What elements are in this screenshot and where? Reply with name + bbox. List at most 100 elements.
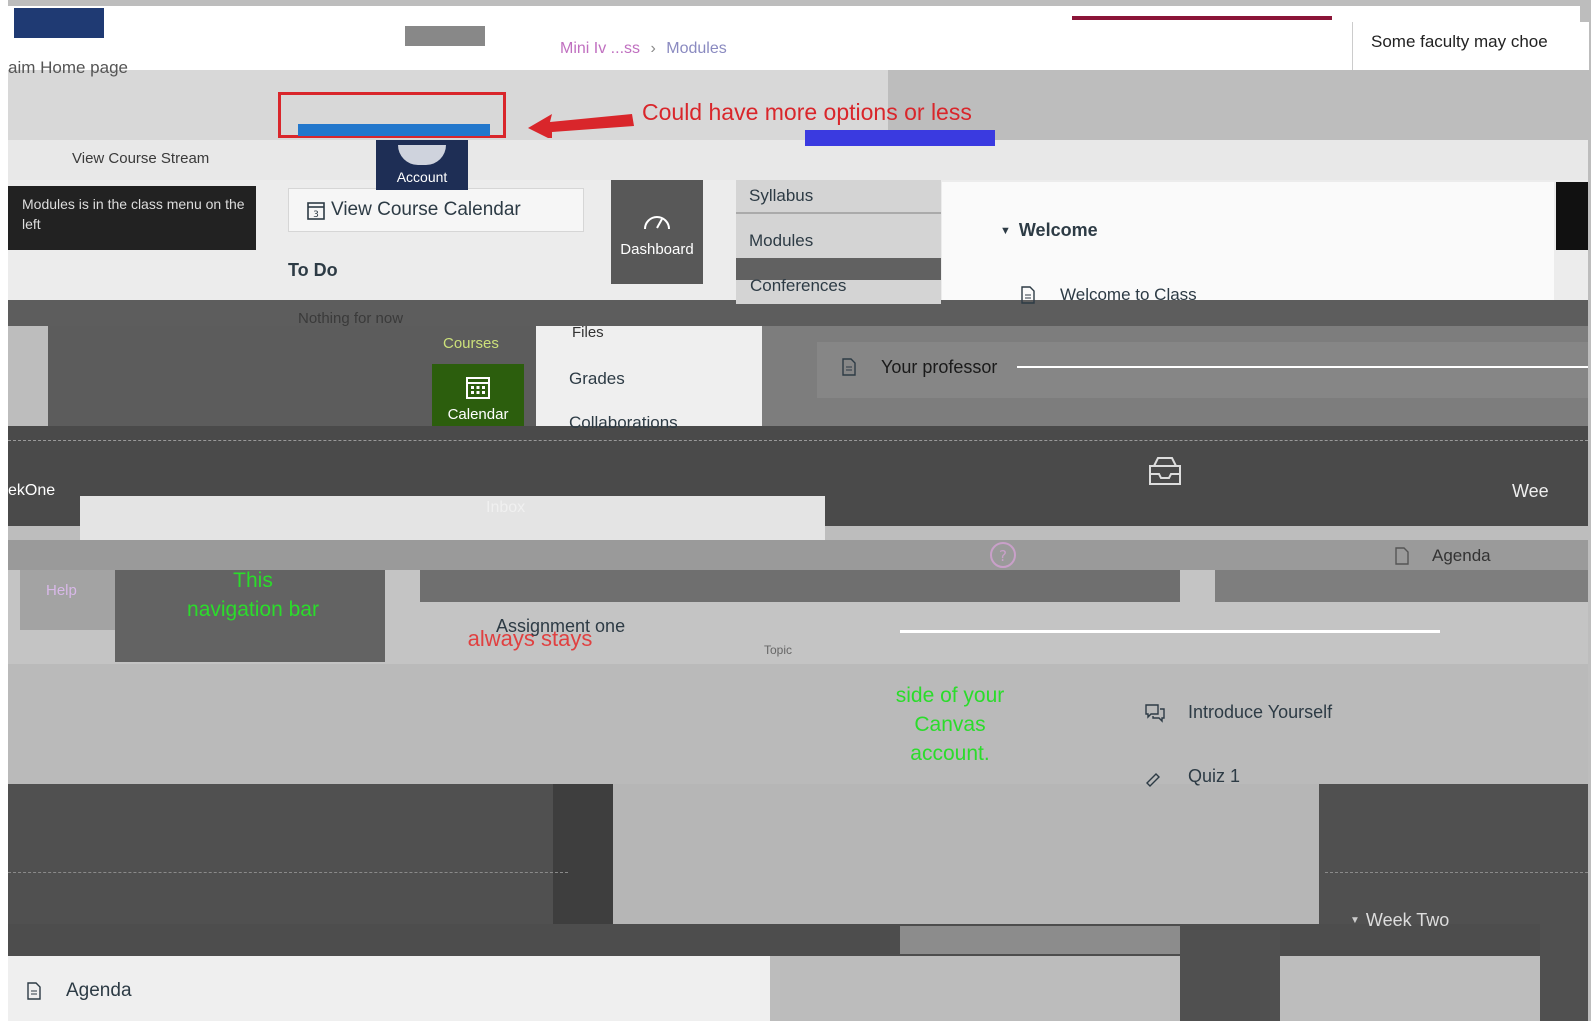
- module-item-assignment[interactable]: Agenda: [1394, 546, 1491, 566]
- dashed-separator: [1325, 872, 1588, 873]
- help-box: [20, 570, 115, 630]
- dark-strip-right: [1215, 570, 1588, 602]
- view-stream-label: View Course Stream: [72, 150, 210, 167]
- module-item-label: Your professor: [881, 357, 998, 377]
- lower-light-band: [8, 664, 1588, 784]
- breadcrumb-course[interactable]: Mini Iv ...ss: [560, 40, 640, 57]
- bottom-gray-chip: [900, 926, 1180, 954]
- header-graphic: [405, 26, 485, 46]
- callout-top-text: Some faculty may choe: [1371, 32, 1548, 51]
- caret-down-icon: ▼: [1000, 224, 1011, 237]
- header-blue-button: [298, 124, 490, 136]
- row-underline: [1017, 366, 1588, 368]
- header-blue-strip: [805, 130, 995, 146]
- todo-heading: To Do: [288, 260, 338, 280]
- top-header-strip: [0, 6, 1580, 70]
- annotation-more-options: Could have more options or less: [642, 99, 972, 125]
- module-item-welcome-to-class[interactable]: Welcome to Class: [1020, 285, 1197, 305]
- callout-accent-bar: [1072, 16, 1332, 20]
- view-course-calendar-button[interactable]: 3 View Course Calendar: [288, 188, 584, 232]
- module-item-row-your-professor[interactable]: Your professor: [817, 342, 1588, 398]
- left-border: [0, 0, 8, 1021]
- svg-text:3: 3: [313, 210, 319, 220]
- course-menu-divider: [736, 212, 941, 214]
- global-nav-inbox-label[interactable]: Inbox: [486, 499, 525, 517]
- module-week-one-header[interactable]: Wee: [1512, 481, 1549, 502]
- module-item-label: Welcome to Class: [1060, 285, 1197, 304]
- page-icon: [1021, 286, 1035, 304]
- global-nav-help-label[interactable]: Help: [46, 582, 77, 599]
- bottom-right-dark: [1540, 924, 1588, 1021]
- annotation-nav-bar-line1: This: [233, 569, 273, 592]
- module-welcome-title: Welcome: [1018, 220, 1098, 240]
- light-strip-mid: [80, 496, 825, 542]
- annotation-nav-bar-line2: navigation bar: [187, 598, 319, 621]
- inbox-icon: [1148, 456, 1182, 486]
- module-item-quiz1[interactable]: Quiz 1: [1144, 766, 1240, 787]
- view-course-stream-button[interactable]: View Course Stream: [20, 146, 350, 174]
- header-fragment-text: aim Home page: [8, 58, 129, 77]
- module-item-assignment-one[interactable]: Assignment one: [496, 616, 625, 637]
- module-item-agenda[interactable]: Agenda: [26, 980, 132, 1002]
- page-icon: [842, 358, 856, 376]
- global-nav-dashboard-label: Dashboard: [620, 240, 694, 258]
- bottom-light-mid: [770, 956, 1180, 1021]
- help-icon: ?: [988, 540, 1018, 570]
- dashed-separator: [8, 872, 568, 873]
- avatar: [398, 145, 446, 165]
- annotation-nav-bar-line5: Canvas: [914, 713, 986, 736]
- global-nav-account[interactable]: Account: [376, 140, 468, 190]
- module-item-topic: Topic: [764, 643, 793, 657]
- calendar-icon: 3: [307, 202, 325, 220]
- module-week-two-header[interactable]: ▼ Week Two: [1350, 910, 1449, 931]
- institution-logo: [14, 8, 104, 38]
- bottom-dark-block: [1180, 930, 1280, 1021]
- left-note-box: Modules is in the class menu on the left: [8, 186, 256, 250]
- dashboard-icon: [644, 215, 670, 229]
- discussion-icon: [1145, 703, 1165, 723]
- dashed-separator: [8, 440, 1588, 441]
- todo-empty-text: Nothing for now: [298, 310, 404, 327]
- calendar-icon: [466, 377, 490, 399]
- lower-dark-left: [8, 784, 553, 924]
- chevron-right-icon: ›: [650, 40, 656, 57]
- callout-box-top: Some faculty may choe: [1352, 22, 1589, 70]
- view-calendar-label: View Course Calendar: [331, 199, 521, 220]
- left-note-text: Modules is in the class menu on the left: [22, 196, 245, 232]
- course-menu-modules[interactable]: Modules: [749, 231, 813, 251]
- row-underline: [900, 630, 1440, 633]
- modules-panel: [942, 182, 1554, 300]
- svg-text:?: ?: [999, 547, 1007, 565]
- module-welcome-header[interactable]: ▼ Welcome: [1000, 220, 1098, 241]
- module-week-two-title: Week Two: [1365, 910, 1450, 930]
- course-menu-collaborations[interactable]: Collaborations: [569, 413, 678, 433]
- dark-strip-mid: [420, 570, 1180, 602]
- global-nav-calendar[interactable]: Calendar: [432, 364, 524, 426]
- module-item-label: Introduce Yourself: [1188, 702, 1333, 722]
- course-menu-files[interactable]: Files: [572, 324, 604, 341]
- global-nav-account-label: Account: [396, 169, 448, 185]
- page-icon: [27, 982, 41, 1000]
- caret-down-icon: ▼: [1350, 915, 1360, 926]
- module-item-label: Agenda: [66, 980, 132, 1001]
- course-menu-syllabus[interactable]: Syllabus: [749, 186, 813, 206]
- lower-dark-col: [553, 784, 613, 924]
- course-menu-conferences[interactable]: Conferences: [750, 276, 846, 296]
- quiz-icon: [1146, 772, 1160, 787]
- sidebar-week-one: ekOne: [8, 482, 56, 499]
- modules-edge-dark: [1556, 182, 1588, 250]
- global-nav-calendar-label: Calendar: [447, 406, 509, 423]
- annotation-nav-bar-line6: account.: [910, 742, 990, 765]
- page-icon: [1395, 547, 1409, 565]
- global-nav-courses-label[interactable]: Courses: [443, 335, 499, 352]
- annotation-nav-bar-line4: side of your: [895, 684, 1005, 707]
- lower-dark-right: [1319, 784, 1588, 924]
- module-item-introduce-yourself[interactable]: Introduce Yourself: [1144, 702, 1332, 723]
- breadcrumb-current: Modules: [666, 40, 727, 57]
- course-menu-grades[interactable]: Grades: [569, 369, 625, 389]
- lower-light-mid: [613, 784, 1319, 924]
- breadcrumb: Mini Iv ...ss › Modules: [560, 40, 727, 58]
- module-item-label: Quiz 1: [1188, 766, 1241, 786]
- module-item-label: Agenda: [1432, 546, 1491, 565]
- global-nav-dashboard[interactable]: Dashboard: [611, 180, 703, 284]
